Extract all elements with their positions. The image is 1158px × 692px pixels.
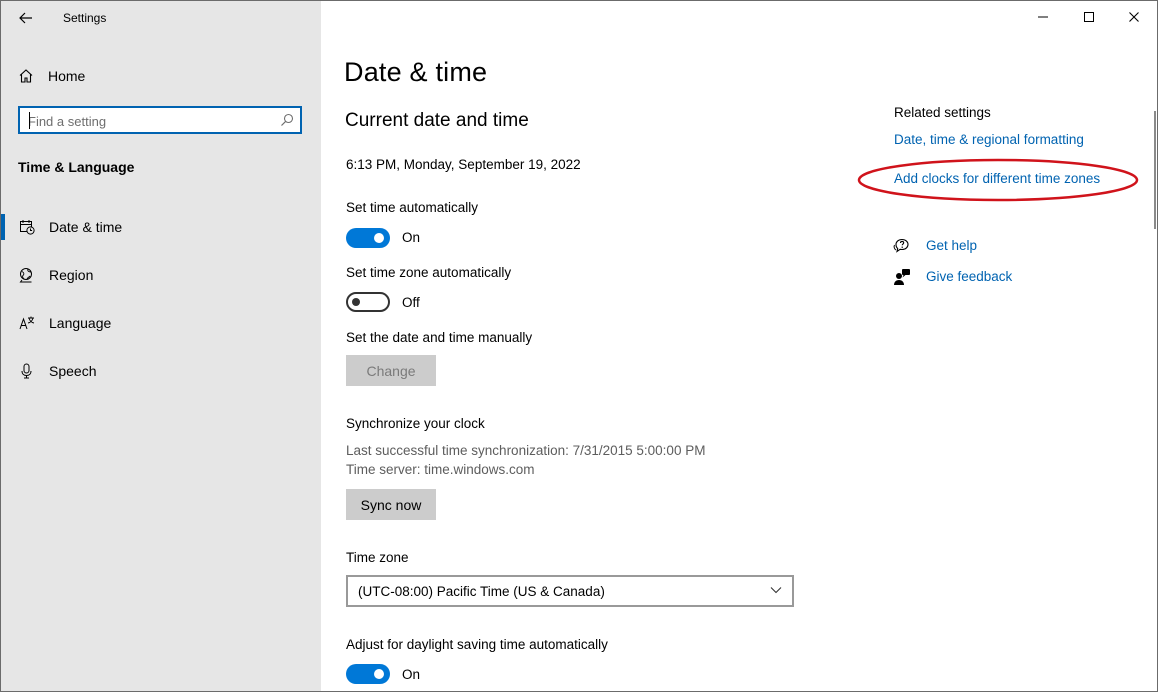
sidebar-item-region[interactable]: Region — [1, 258, 321, 292]
app-title: Settings — [63, 11, 107, 25]
last-sync-text: Last successful time synchronization: 7/… — [346, 443, 706, 458]
sidebar-item-label: Region — [49, 267, 94, 283]
timezone-label: Time zone — [346, 550, 409, 565]
change-button[interactable]: Change — [346, 355, 436, 386]
sync-title: Synchronize your clock — [346, 416, 485, 431]
search-box[interactable] — [18, 106, 302, 134]
sidebar-section-title: Time & Language — [18, 159, 135, 175]
toggle-knob — [374, 233, 384, 243]
sync-now-button[interactable]: Sync now — [346, 489, 436, 520]
maximize-button[interactable] — [1066, 1, 1112, 33]
scrollbar[interactable] — [1154, 111, 1156, 229]
dst-label: Adjust for daylight saving time automati… — [346, 637, 608, 652]
nav-home-label: Home — [48, 68, 86, 84]
section-title: Current date and time — [345, 110, 529, 131]
set-time-auto-label: Set time automatically — [346, 200, 479, 215]
sidebar: Settings Home Time & Language Date & — [1, 1, 321, 691]
microphone-icon — [21, 363, 32, 379]
set-time-auto-toggle[interactable] — [346, 228, 390, 248]
sidebar-item-label: Language — [49, 315, 112, 331]
search-input[interactable] — [28, 111, 268, 131]
home-icon — [19, 69, 33, 83]
give-feedback-link[interactable]: Give feedback — [926, 269, 1012, 284]
annotation-ellipse — [857, 158, 1139, 202]
sidebar-item-language[interactable]: Language — [1, 306, 321, 340]
sidebar-item-speech[interactable]: Speech — [1, 354, 321, 388]
dst-state: On — [402, 667, 421, 682]
close-icon — [1129, 12, 1139, 22]
back-button[interactable] — [11, 5, 41, 31]
get-help-link[interactable]: Get help — [926, 238, 977, 253]
text-caret — [29, 112, 30, 129]
chevron-down-icon — [770, 587, 782, 594]
minimize-button[interactable] — [1020, 1, 1066, 33]
calendar-clock-icon — [20, 220, 35, 235]
help-icon — [893, 238, 909, 253]
manual-time-label: Set the date and time manually — [346, 330, 533, 345]
dst-toggle[interactable] — [346, 664, 390, 684]
set-timezone-auto-toggle[interactable] — [346, 292, 390, 312]
set-timezone-auto-label: Set time zone automatically — [346, 265, 512, 280]
close-button[interactable] — [1111, 1, 1157, 33]
set-time-auto-state: On — [402, 230, 421, 245]
sidebar-item-label: Date & time — [49, 219, 123, 235]
sidebar-item-label: Speech — [49, 363, 97, 379]
minimize-icon — [1038, 16, 1048, 18]
toggle-knob — [352, 298, 360, 306]
timezone-value: (UTC-08:00) Pacific Time (US & Canada) — [358, 584, 605, 599]
set-timezone-auto-state: Off — [402, 295, 420, 310]
back-arrow-icon — [19, 12, 32, 24]
toggle-knob — [374, 669, 384, 679]
feedback-icon — [894, 269, 910, 285]
maximize-icon — [1084, 12, 1094, 22]
globe-icon — [19, 268, 32, 283]
regional-formatting-link[interactable]: Date, time & regional formatting — [894, 132, 1084, 147]
settings-window: Settings Home Time & Language Date & — [0, 0, 1158, 692]
language-icon — [19, 316, 35, 330]
current-datetime: 6:13 PM, Monday, September 19, 2022 — [346, 157, 581, 172]
time-server-text: Time server: time.windows.com — [346, 462, 535, 477]
search-icon[interactable] — [280, 113, 294, 127]
related-settings-title: Related settings — [894, 105, 991, 120]
page-title: Date & time — [344, 57, 488, 87]
timezone-select[interactable]: (UTC-08:00) Pacific Time (US & Canada) — [346, 575, 794, 607]
nav-home[interactable]: Home — [18, 65, 85, 87]
sidebar-item-date-time[interactable]: Date & time — [1, 210, 321, 244]
